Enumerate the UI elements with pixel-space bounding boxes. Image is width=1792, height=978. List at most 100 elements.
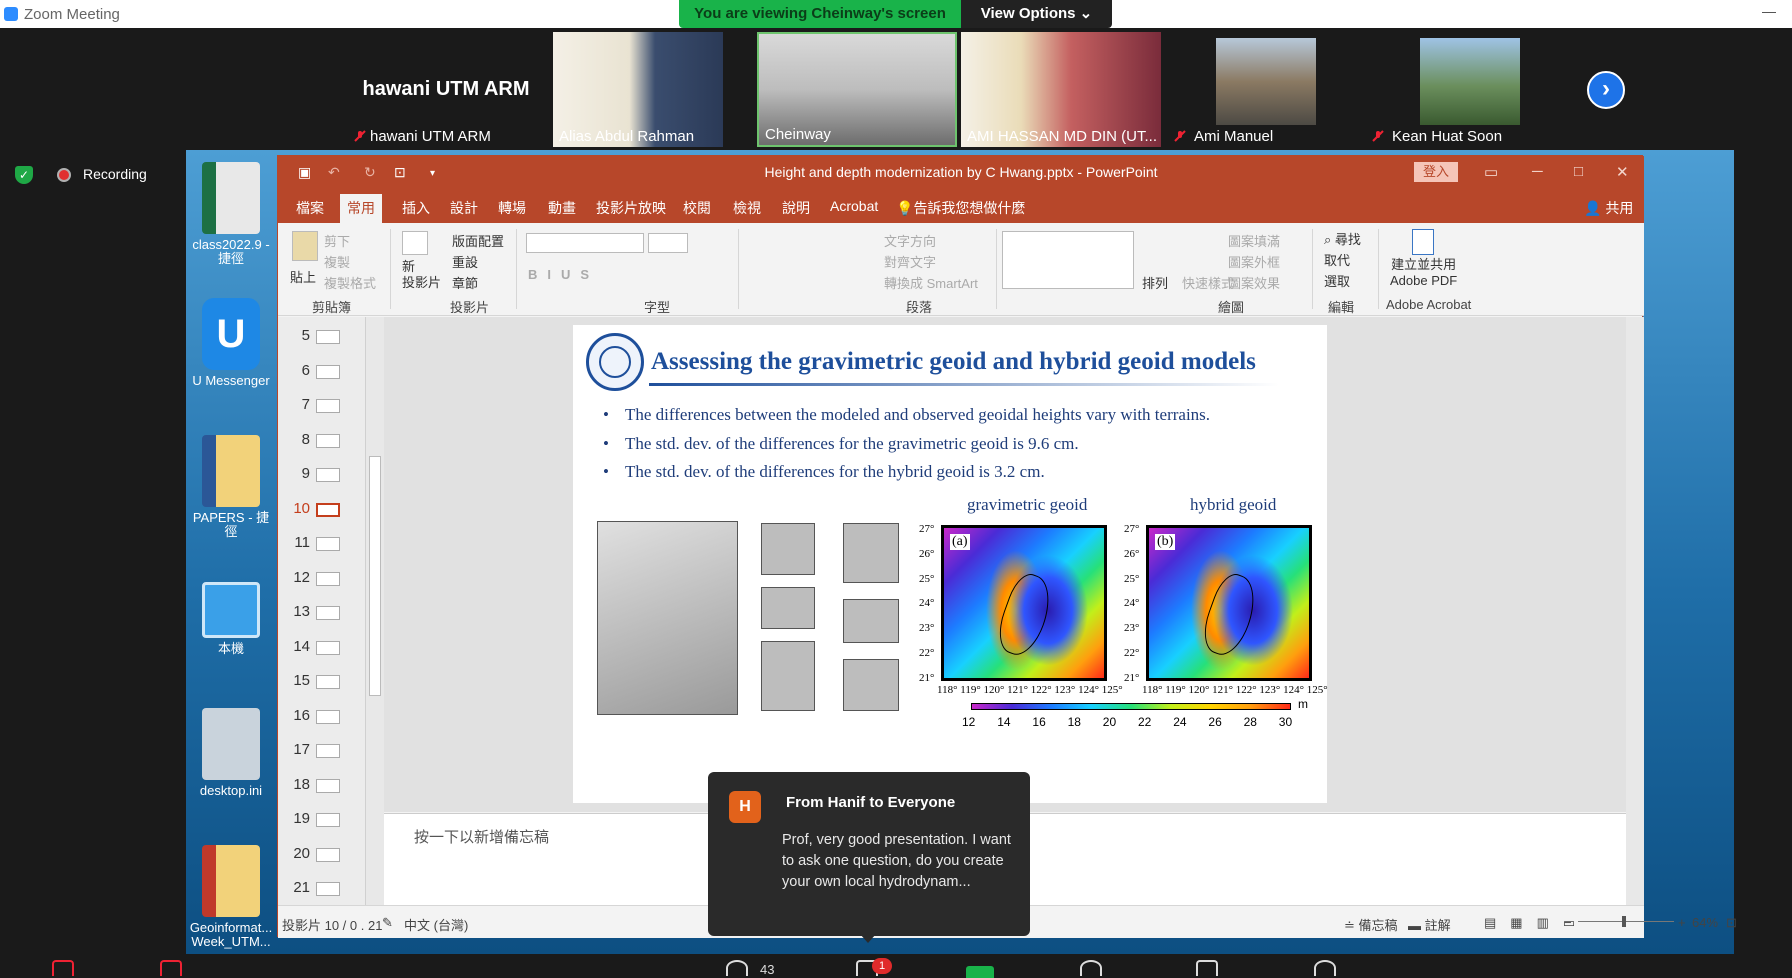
tab-view[interactable]: 檢視 (733, 198, 761, 218)
thumbnail-number[interactable]: 11 (290, 534, 310, 551)
find-button[interactable]: ⌕ 尋找 (1324, 229, 1361, 248)
thumbnail-number[interactable]: 15 (290, 672, 310, 689)
slide-thumbnail[interactable] (316, 778, 340, 793)
tab-file[interactable]: 檔案 (296, 198, 324, 218)
slide-thumbnail[interactable] (316, 330, 340, 344)
video-tile-active-speaker[interactable]: Cheinway (757, 32, 957, 147)
cut-button[interactable]: 剪下 (324, 231, 350, 250)
spellcheck-icon[interactable]: ✎ (382, 915, 393, 931)
thumbnail-number[interactable]: 5 (290, 327, 310, 344)
zoom-in-icon[interactable]: + (1678, 915, 1686, 930)
thumbnail-number[interactable]: 9 (290, 465, 310, 482)
ribbon-display-icon[interactable]: ▭ (1484, 163, 1498, 181)
tab-help[interactable]: 說明 (782, 198, 810, 218)
shapes-gallery[interactable] (1002, 231, 1134, 289)
stop-video-icon[interactable] (160, 960, 182, 976)
sign-in-button[interactable]: 登入 (1414, 162, 1458, 182)
desktop-icon-word[interactable]: PAPERS - 捷徑 (188, 435, 274, 539)
thumbnail-number[interactable]: 21 (290, 879, 310, 896)
reset-button[interactable]: 重設 (452, 252, 478, 271)
create-pdf-icon[interactable] (1412, 229, 1434, 255)
font-size-select[interactable] (648, 233, 688, 253)
copy-button[interactable]: 複製 (324, 252, 350, 271)
paste-label[interactable]: 貼上 (290, 267, 316, 286)
view-buttons[interactable]: ▤▦▥▭ (1484, 915, 1589, 931)
record-icon[interactable] (1080, 960, 1102, 976)
share-screen-icon[interactable] (966, 966, 994, 978)
slide-thumbnail[interactable] (316, 813, 340, 827)
tab-transitions[interactable]: 轉場 (498, 198, 526, 218)
slide-thumbnail[interactable] (316, 571, 340, 586)
tab-animations[interactable]: 動畫 (548, 198, 576, 218)
comments-button[interactable]: ▬ 註解 (1408, 915, 1451, 934)
thumbnail-number[interactable]: 8 (290, 431, 310, 448)
desktop-icon-u-messenger[interactable]: U U Messenger (188, 298, 274, 388)
slide-scrollbar[interactable] (1626, 317, 1644, 905)
mute-mic-icon[interactable] (52, 960, 74, 976)
video-tile[interactable]: hawani UTM ARM hawani UTM ARM (348, 32, 544, 147)
thumbnail-number[interactable]: 12 (290, 569, 310, 586)
close-icon[interactable]: ✕ (1616, 163, 1629, 181)
quick-styles-button[interactable]: 快速樣式 (1182, 273, 1234, 292)
section-button[interactable]: 章節 (452, 273, 478, 292)
slide-thumbnail[interactable] (316, 502, 340, 517)
notes-button[interactable]: ≐ 備忘稿 (1344, 915, 1398, 934)
align-text-button[interactable]: 對齊文字 (884, 252, 936, 271)
slide-thumbnail[interactable] (316, 847, 340, 862)
slide-thumbnail[interactable] (316, 537, 340, 551)
replace-button[interactable]: 取代 (1324, 250, 1350, 269)
font-format-icons[interactable]: BIUS (528, 267, 599, 282)
paste-icon[interactable] (292, 231, 318, 261)
tell-me-search[interactable]: 💡告訴我您想做什麼 (896, 198, 1025, 218)
slide-thumbnail[interactable] (316, 606, 340, 620)
create-pdf-label[interactable]: 建立並共用 Adobe PDF (1390, 257, 1457, 289)
language-status[interactable]: 中文 (台灣) (404, 915, 468, 934)
thumbnail-scroll-thumb[interactable] (369, 456, 381, 696)
slide-thumbnail[interactable] (316, 364, 340, 379)
tab-insert[interactable]: 插入 (402, 198, 430, 218)
desktop-icon-pdf[interactable]: Geoinformat... Week_UTM... (188, 845, 274, 949)
current-slide[interactable]: Assessing the gravimetric geoid and hybr… (573, 325, 1328, 803)
next-page-arrow-icon[interactable]: › (1587, 71, 1625, 109)
fit-to-window-icon[interactable]: ⊡ (1726, 915, 1737, 931)
participants-icon[interactable] (726, 960, 748, 976)
slide-thumbnail[interactable] (316, 709, 340, 724)
shape-fill-button[interactable]: 圖案填滿 (1228, 231, 1280, 250)
video-tile[interactable]: Kean Huat Soon (1370, 32, 1570, 147)
thumbnail-number[interactable]: 10 (290, 500, 310, 517)
minimize-icon[interactable]: ─ (1532, 163, 1543, 180)
tab-home[interactable]: 常用 (340, 194, 382, 223)
chat-notification[interactable]: H From Hanif to Everyone Prof, very good… (708, 772, 1030, 936)
tab-review[interactable]: 校閱 (683, 198, 711, 218)
tab-design[interactable]: 設計 (450, 198, 478, 218)
zoom-slider[interactable] (1578, 921, 1674, 922)
new-slide-label[interactable]: 新 投影片 (402, 259, 441, 291)
slide-thumbnail[interactable] (316, 675, 340, 689)
desktop-icon-excel[interactable]: class2022.9 - 捷徑 (188, 162, 274, 266)
desktop-icon-this-pc[interactable]: 本機 (188, 572, 274, 656)
thumbnail-number[interactable]: 14 (290, 638, 310, 655)
thumbnail-number[interactable]: 17 (290, 741, 310, 758)
font-name-select[interactable] (526, 233, 644, 253)
share-button[interactable]: 👤 共用 (1584, 198, 1633, 218)
reactions-icon[interactable] (1314, 960, 1336, 976)
slide-thumbnail[interactable] (316, 468, 340, 482)
thumbnail-number[interactable]: 18 (290, 776, 310, 793)
thumbnail-number[interactable]: 13 (290, 603, 310, 620)
new-slide-icon[interactable] (402, 231, 428, 255)
desktop-icon-desktop-ini[interactable]: desktop.ini (188, 708, 274, 798)
thumbnail-number[interactable]: 19 (290, 810, 310, 827)
tab-slideshow[interactable]: 投影片放映 (596, 198, 666, 218)
shape-effects-button[interactable]: 圖案效果 (1228, 273, 1280, 292)
thumbnail-number[interactable]: 16 (290, 707, 310, 724)
tab-acrobat[interactable]: Acrobat (830, 198, 878, 214)
zoom-slider-thumb[interactable] (1622, 916, 1626, 927)
video-tile[interactable]: Ami Manuel (1172, 32, 1370, 147)
zoom-out-icon[interactable]: − (1564, 915, 1572, 930)
arrange-button[interactable]: 排列 (1142, 273, 1168, 292)
minimize-icon[interactable] (1762, 12, 1776, 13)
video-tile[interactable]: AMI HASSAN MD DIN (UT... (961, 32, 1161, 147)
layout-button[interactable]: 版面配置 (452, 231, 504, 250)
slide-thumbnail[interactable] (316, 399, 340, 413)
view-options-button[interactable]: View Options ⌄ (961, 0, 1112, 28)
